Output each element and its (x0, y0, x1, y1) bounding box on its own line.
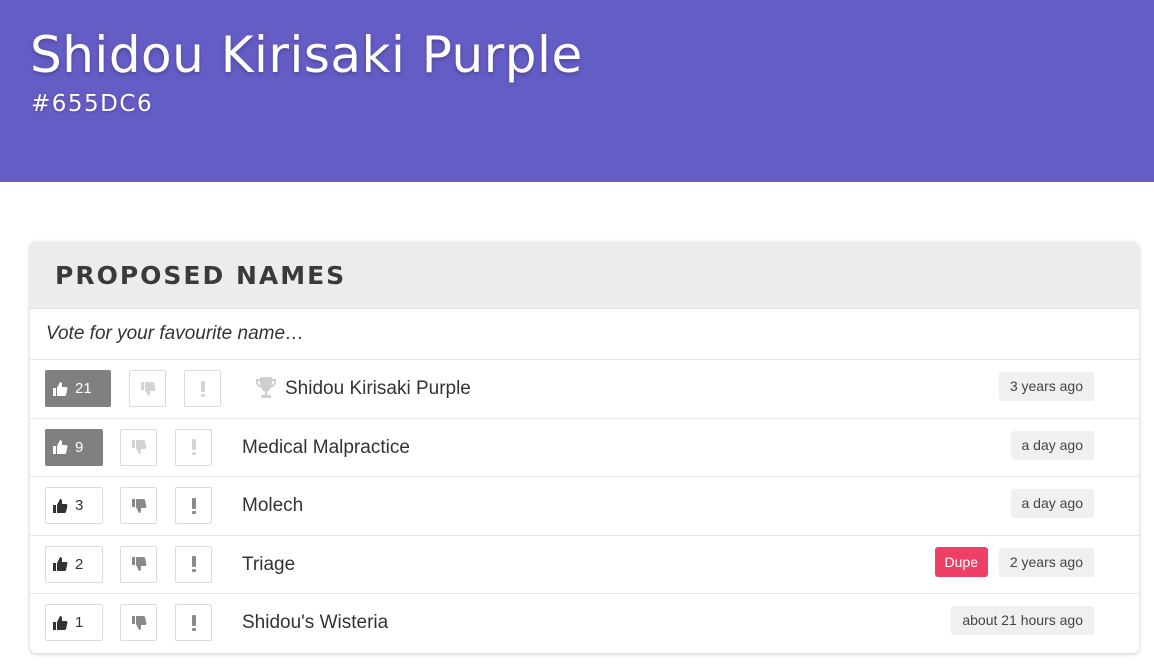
proposed-name: Shidou's Wisteria (242, 612, 389, 633)
exclamation-icon (200, 380, 205, 397)
vote-count: 9 (75, 438, 84, 456)
proposed-name: Shidou Kirisaki Purple (285, 378, 471, 399)
thumbs-up-icon (53, 440, 68, 454)
timestamp-badge: 3 years ago (998, 372, 1094, 401)
timestamp-badge: about 21 hours ago (951, 606, 1094, 635)
page-title: Shidou Kirisaki Purple (30, 26, 583, 84)
panel-title: PROPOSED NAMES (55, 261, 347, 290)
timestamp-badge: a day ago (1010, 489, 1094, 518)
exclamation-icon (191, 439, 196, 455)
name-row: 3 Molech a day ago (30, 477, 1139, 536)
vote-prompt: Vote for your favourite name… (30, 309, 1139, 360)
vote-count: 1 (75, 614, 84, 631)
vote-count: 2 (75, 555, 84, 573)
name-row: 2 Triage Dupe 2 years ago (30, 536, 1139, 594)
dupe-badge: Dupe (934, 546, 988, 577)
upvote-button[interactable]: 9 (45, 428, 103, 466)
thumbs-up-icon (53, 498, 68, 513)
timestamp-badge: 2 years ago (998, 547, 1094, 577)
flag-button[interactable] (175, 428, 212, 466)
upvote-button[interactable]: 3 (45, 487, 103, 524)
trophy-icon (256, 377, 276, 398)
downvote-button[interactable] (120, 428, 157, 466)
downvote-button[interactable] (120, 604, 157, 641)
thumbs-up-icon (53, 381, 68, 396)
downvote-button[interactable] (120, 487, 157, 524)
thumbs-down-icon (140, 381, 155, 396)
exclamation-icon (191, 556, 196, 572)
thumbs-up-icon (53, 557, 68, 571)
thumbs-down-icon (131, 615, 146, 630)
proposed-name: Triage (242, 553, 296, 575)
name-row: 1 Shidou's Wisteria about 21 hours ago (30, 594, 1139, 653)
upvote-button[interactable]: 21 (45, 370, 111, 407)
panel-header: PROPOSED NAMES (30, 242, 1139, 309)
vote-count: 3 (75, 497, 84, 514)
name-row: 9 Medical Malpractice a day ago (30, 419, 1139, 477)
timestamp-badge: a day ago (1010, 430, 1094, 460)
name-row: 21 Shidou Kirisaki Purple 3 years ago (30, 360, 1139, 419)
flag-button[interactable] (175, 487, 212, 524)
downvote-button[interactable] (129, 370, 166, 407)
thumbs-down-icon (131, 498, 146, 513)
proposed-names-panel: PROPOSED NAMES Vote for your favourite n… (30, 242, 1139, 653)
flag-button[interactable] (175, 545, 212, 583)
upvote-button[interactable]: 2 (45, 545, 103, 583)
hex-code: #655DC6 (31, 91, 154, 117)
thumbs-down-icon (131, 557, 146, 571)
vote-count: 21 (75, 380, 92, 397)
exclamation-icon (191, 497, 196, 514)
flag-button[interactable] (175, 604, 212, 641)
exclamation-icon (191, 614, 196, 631)
thumbs-up-icon (53, 615, 68, 630)
thumbs-down-icon (131, 440, 146, 454)
color-hero: Shidou Kirisaki Purple #655DC6 (0, 0, 1154, 182)
flag-button[interactable] (184, 370, 221, 407)
downvote-button[interactable] (120, 545, 157, 583)
proposed-name: Molech (242, 495, 304, 516)
upvote-button[interactable]: 1 (45, 604, 103, 641)
proposed-name: Medical Malpractice (242, 436, 410, 458)
